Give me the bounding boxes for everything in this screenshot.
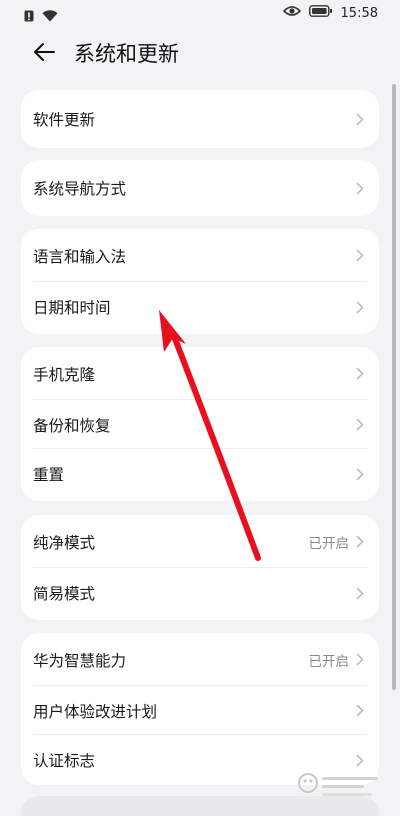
chevron-right-icon: [355, 181, 365, 195]
settings-item-value: 已开启: [308, 535, 350, 552]
back-button[interactable]: [30, 40, 58, 68]
status-right: 15:58: [282, 5, 378, 21]
wifi-icon: [42, 7, 58, 26]
settings-item-label: 纯净模式: [33, 533, 96, 552]
chevron-right-icon: [355, 300, 365, 314]
chevron-right-icon: [355, 653, 365, 667]
chevron-right-icon: [355, 535, 365, 549]
settings-item-label: 语言和输入法: [33, 247, 127, 266]
page-title: 系统和更新: [74, 42, 179, 66]
settings-item-label: 重置: [33, 466, 65, 484]
settings-item[interactable]: 手机克隆: [21, 347, 379, 400]
battery-icon: [308, 5, 333, 21]
settings-item[interactable]: 软件更新: [21, 90, 379, 148]
status-time: 15:58: [340, 5, 378, 21]
settings-group: 软件更新: [21, 90, 379, 148]
settings-item-label: 华为智慧能力: [33, 651, 127, 670]
scrollbar[interactable]: [392, 84, 396, 690]
settings-group: 语言和输入法 日期和时间: [21, 229, 379, 334]
settings-group: 手机克隆 备份和恢复 重置: [21, 347, 379, 501]
settings-item[interactable]: 华为智慧能力 已开启: [21, 633, 379, 686]
settings-item-label: 备份和恢复: [33, 416, 111, 435]
status-bar: 15:58: [0, 0, 400, 28]
settings-item[interactable]: 重置: [21, 449, 379, 499]
settings-item[interactable]: 纯净模式 已开启: [21, 515, 379, 568]
chevron-right-icon: [355, 418, 365, 432]
chevron-right-icon: [355, 753, 365, 767]
settings-item-label: 系统导航方式: [33, 180, 127, 198]
chevron-right-icon: [355, 112, 365, 126]
chevron-right-icon: [355, 704, 365, 718]
settings-item[interactable]: 简易模式: [21, 568, 379, 618]
title-bar: 系统和更新: [0, 30, 400, 78]
status-left: [24, 7, 58, 26]
eye-icon: [282, 5, 301, 21]
settings-group: 纯净模式 已开启 简易模式: [21, 515, 379, 620]
back-arrow-icon: [33, 42, 55, 66]
settings-item[interactable]: 日期和时间: [21, 282, 379, 332]
sim-alert-icon: [24, 7, 34, 26]
settings-group: 华为智慧能力 已开启 用户体验改进计划 认证标志: [21, 633, 379, 785]
chevron-right-icon: [355, 249, 365, 263]
settings-item-label: 手机克隆: [33, 365, 96, 384]
chevron-right-icon: [355, 586, 365, 600]
settings-item[interactable]: 用户体验改进计划: [21, 686, 379, 735]
settings-item[interactable]: 语言和输入法: [21, 229, 379, 282]
settings-item[interactable]: 系统导航方式: [21, 160, 379, 216]
settings-item-label: 软件更新: [33, 111, 96, 129]
settings-item-label: 日期和时间: [33, 299, 111, 317]
settings-group: 系统导航方式: [21, 160, 379, 216]
settings-item-label: 简易模式: [33, 585, 96, 603]
settings-item[interactable]: 备份和恢复: [21, 400, 379, 449]
chevron-right-icon: [355, 367, 365, 381]
chevron-right-icon: [355, 467, 365, 481]
watermark-logo: [290, 766, 386, 806]
settings-item-label: 用户体验改进计划: [33, 702, 158, 721]
settings-item-value: 已开启: [308, 653, 350, 670]
